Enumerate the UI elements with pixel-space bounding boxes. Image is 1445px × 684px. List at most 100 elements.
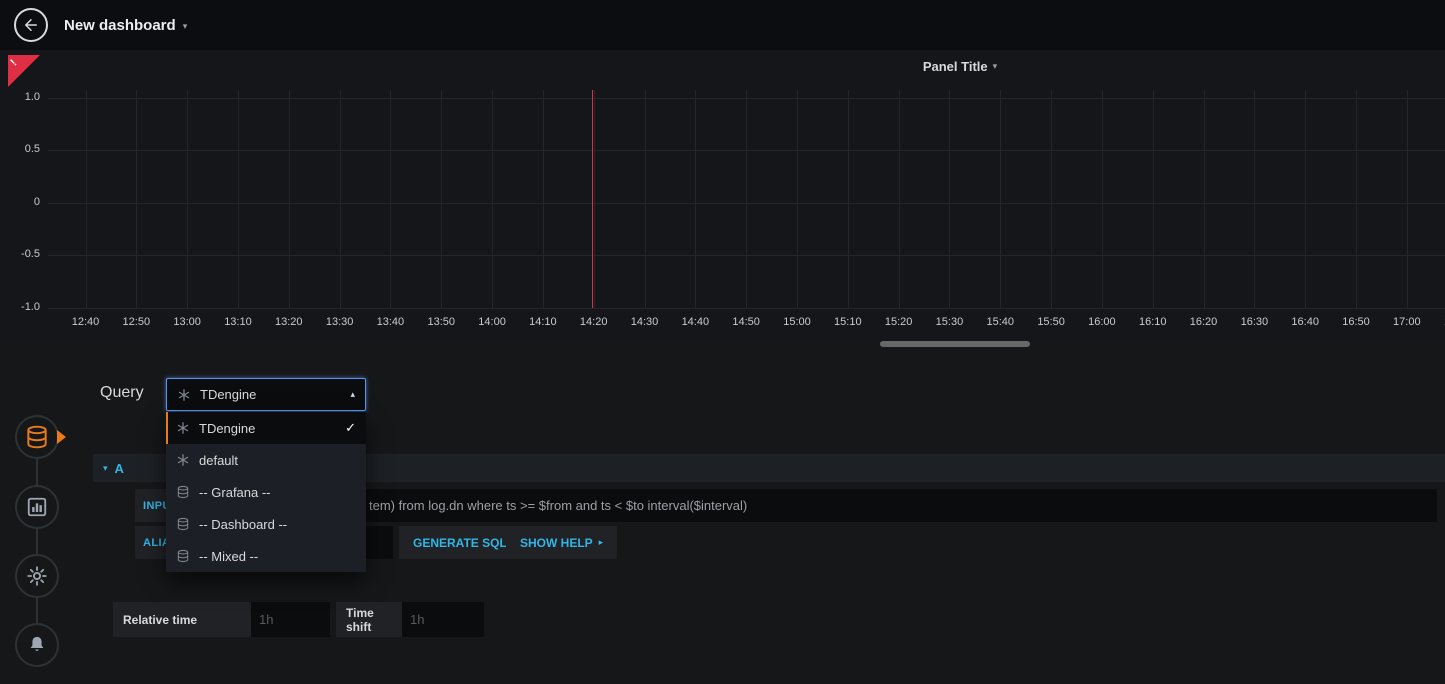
gear-icon	[26, 565, 48, 587]
x-axis-tick-label: 14:20	[572, 316, 616, 328]
x-axis-tick-label: 15:10	[826, 316, 870, 328]
x-axis-tick-label: 13:00	[165, 316, 209, 328]
grid-vline	[1153, 90, 1154, 308]
time-series-chart[interactable]: 1.00.50-0.5-1.012:4012:5013:0013:1013:20…	[0, 88, 1445, 340]
grid-vline	[390, 90, 391, 308]
chevron-down-icon: ▾	[183, 19, 188, 32]
database-icon	[176, 549, 190, 563]
grid-vline	[899, 90, 900, 308]
navbar: New dashboard ▾	[0, 0, 1445, 50]
database-icon	[176, 485, 190, 499]
grid-vline	[1102, 90, 1103, 308]
query-row-letter: A	[115, 461, 124, 476]
alert-tab[interactable]	[15, 623, 59, 667]
panel-title-text: Panel Title	[923, 59, 988, 74]
datasource-select[interactable]: TDengine ▴	[166, 378, 366, 411]
relative-time-input[interactable]	[251, 602, 330, 637]
grid-vline	[1305, 90, 1306, 308]
show-help-label: SHOW HELP	[520, 536, 593, 550]
grid-vline	[136, 90, 137, 308]
x-axis-tick-label: 14:10	[521, 316, 565, 328]
grid-vline	[797, 90, 798, 308]
chevron-up-icon: ▴	[350, 389, 355, 400]
x-axis-tick-label: 14:30	[623, 316, 667, 328]
x-axis-tick-label: 16:10	[1131, 316, 1175, 328]
datasource-option[interactable]: -- Grafana --	[166, 476, 366, 508]
x-axis-tick-label: 13:20	[267, 316, 311, 328]
chart-icon	[26, 496, 48, 518]
x-axis-tick-label: 16:40	[1283, 316, 1327, 328]
grid-vline	[1254, 90, 1255, 308]
active-tab-caret-icon	[57, 430, 66, 444]
grid-vline	[543, 90, 544, 308]
datasource-option-label: -- Grafana --	[199, 485, 271, 500]
chevron-right-icon: ▸	[599, 537, 604, 548]
datasource-option[interactable]: -- Mixed --	[166, 540, 366, 572]
database-icon	[24, 424, 50, 450]
annotation-vline	[592, 90, 593, 308]
chevron-down-icon: ▾	[103, 463, 108, 474]
grid-vline	[746, 90, 747, 308]
chevron-down-icon: ▾	[993, 61, 998, 72]
dashboard-title[interactable]: New dashboard ▾	[64, 17, 187, 34]
graph-panel: ! Panel Title ▾ 1.00.50-0.5-1.012:4012:5…	[0, 50, 1445, 342]
x-axis-tick-label: 12:50	[114, 316, 158, 328]
datasource-option[interactable]: -- Dashboard --	[166, 508, 366, 540]
grid-vline	[492, 90, 493, 308]
dashboard-title-text: New dashboard	[64, 17, 176, 34]
grid-vline	[1356, 90, 1357, 308]
panel-title[interactable]: Panel Title ▾	[880, 59, 1040, 74]
datasource-option-label: -- Dashboard --	[199, 517, 287, 532]
x-axis-tick-label: 15:30	[927, 316, 971, 328]
generate-sql-label: GENERATE SQL	[413, 536, 507, 550]
grid-vline	[594, 90, 595, 308]
datasource-select-value: TDengine	[200, 387, 256, 402]
grid-vline	[187, 90, 188, 308]
datasource-option[interactable]: default	[166, 444, 366, 476]
y-axis-tick-label: -0.5	[0, 248, 40, 260]
grid-vline	[86, 90, 87, 308]
grid-vline	[238, 90, 239, 308]
grid-vline	[1000, 90, 1001, 308]
x-axis-tick-label: 14:00	[470, 316, 514, 328]
general-tab[interactable]	[15, 554, 59, 598]
x-axis-tick-label: 16:50	[1334, 316, 1378, 328]
panel-error-icon[interactable]: !	[8, 55, 40, 87]
grafana-panel-editor: New dashboard ▾ ! Panel Title ▾ 1.00.50-…	[0, 0, 1445, 684]
x-axis-tick-label: 17:10	[1436, 316, 1445, 328]
x-axis-tick-label: 15:00	[775, 316, 819, 328]
sql-input[interactable]: tem) from log.dn where ts >= $from and t…	[206, 489, 1437, 522]
horizontal-scrollbar-thumb[interactable]	[880, 341, 1030, 347]
back-button[interactable]	[14, 8, 48, 42]
arrow-left-icon	[22, 16, 40, 34]
sql-input-value: tem) from log.dn where ts >= $from and t…	[369, 498, 747, 513]
x-axis-tick-label: 17:00	[1385, 316, 1429, 328]
grid-vline	[1204, 90, 1205, 308]
grid-vline	[848, 90, 849, 308]
x-axis-tick-label: 16:20	[1182, 316, 1226, 328]
query-section-label: Query	[100, 384, 144, 402]
time-shift-label: Time shift	[336, 602, 402, 637]
datasource-option[interactable]: TDengine ✓	[166, 412, 366, 444]
check-icon: ✓	[345, 420, 356, 436]
datasource-option-label: default	[199, 453, 238, 468]
tabs-connector-line	[36, 437, 38, 645]
x-axis-tick-label: 15:50	[1029, 316, 1073, 328]
x-axis-tick-label: 14:40	[673, 316, 717, 328]
queries-tab[interactable]	[15, 415, 59, 459]
bell-icon	[26, 634, 48, 656]
datasource-option-label: TDengine	[199, 421, 255, 436]
show-help-button[interactable]: SHOW HELP ▸	[506, 526, 617, 559]
x-axis-tick-label: 13:30	[318, 316, 362, 328]
datasource-dropdown-menu: TDengine ✓ default -- Grafana -- -- Dashboar…	[166, 412, 366, 572]
visualization-tab[interactable]	[15, 485, 59, 529]
x-axis-tick-label: 12:40	[64, 316, 108, 328]
x-axis-tick-label: 15:20	[877, 316, 921, 328]
time-shift-input[interactable]	[402, 602, 484, 637]
grid-vline	[1051, 90, 1052, 308]
database-icon	[176, 517, 190, 531]
x-axis-tick-label: 16:00	[1080, 316, 1124, 328]
plugin-icon	[177, 388, 191, 402]
grid-vline	[340, 90, 341, 308]
y-axis-tick-label: 0	[0, 196, 40, 208]
